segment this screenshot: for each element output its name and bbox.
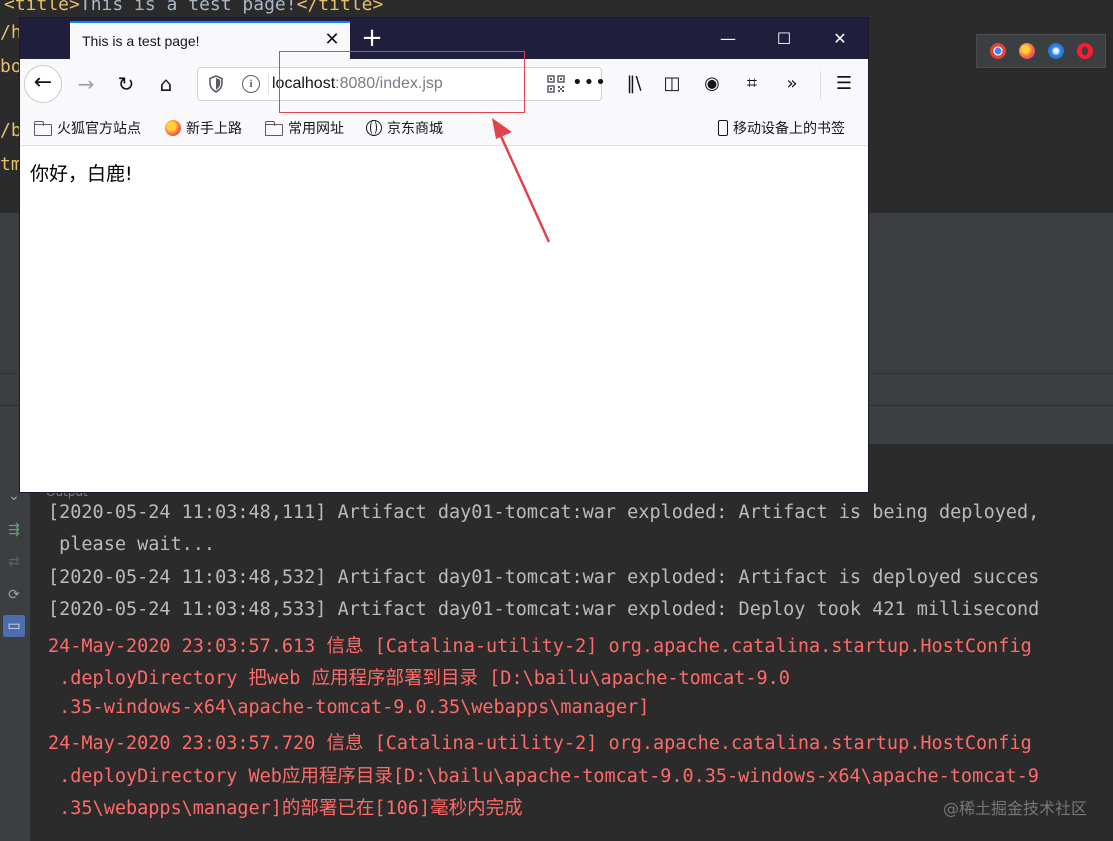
code-line: /b: [0, 120, 22, 141]
more-tools-chevron-icon[interactable]: »: [778, 68, 806, 100]
library-icon[interactable]: ‖\: [620, 68, 648, 100]
folder-icon: [34, 121, 52, 136]
maximize-button[interactable]: ☐: [756, 18, 812, 59]
console-line: .35-windows-x64\apache-tomcat-9.0.35\web…: [48, 697, 650, 718]
bookmark-label: 新手上路: [186, 121, 242, 137]
opera-icon[interactable]: [1076, 43, 1093, 59]
output-console: [2020-05-24 11:03:48,111] Artifact day01…: [30, 492, 1113, 841]
code-line: bo: [0, 56, 22, 77]
refresh-icon[interactable]: ⟳: [3, 584, 25, 606]
page-actions-icon[interactable]: •••: [572, 72, 607, 93]
code-line: /h: [0, 22, 22, 43]
console-line: .35\webapps\manager]的部署已在[106]毫秒内完成: [48, 798, 523, 819]
close-window-button[interactable]: ✕: [812, 18, 868, 59]
bookmark-label: 常用网址: [288, 121, 344, 137]
firefox-icon[interactable]: [1018, 43, 1035, 59]
safari-icon[interactable]: [1047, 43, 1064, 59]
globe-icon: [366, 120, 382, 136]
page-greeting: 你好，白鹿!: [30, 163, 133, 185]
tracking-shield-icon[interactable]: [208, 75, 224, 93]
mobile-bookmarks[interactable]: 移动设备上的书签: [718, 118, 845, 138]
chrome-icon[interactable]: [989, 43, 1006, 59]
folder-icon: [265, 121, 283, 136]
minimize-button[interactable]: —: [700, 18, 756, 59]
bookmark-item[interactable]: 常用网址: [265, 118, 344, 138]
bookmark-label: 火狐官方站点: [57, 121, 141, 137]
browser-launcher-bar: [976, 34, 1106, 68]
console-line: please wait...: [48, 534, 216, 555]
new-tab-button[interactable]: +: [360, 25, 384, 51]
bookmark-item[interactable]: 火狐官方站点: [34, 118, 141, 138]
watermark: @稀土掘金技术社区: [942, 799, 1087, 818]
mobile-bookmarks-label: 移动设备上的书签: [733, 121, 845, 137]
console-line: .deployDirectory Web应用程序目录[D:\bailu\apac…: [48, 766, 1039, 787]
home-button[interactable]: ⌂: [150, 68, 182, 100]
forward-button[interactable]: →: [70, 68, 102, 100]
bookmark-item[interactable]: 京东商城: [366, 118, 443, 138]
reload-button[interactable]: ↻: [110, 68, 142, 100]
sidebar-icon[interactable]: ◫: [658, 68, 686, 100]
console-line: .deployDirectory 把web 应用程序部署到目录 [D:\bail…: [48, 668, 790, 689]
url-highlight-box: [279, 51, 525, 113]
code-line-title: <title>This is a test page!</title>: [4, 0, 384, 15]
site-info-icon[interactable]: i: [242, 75, 260, 93]
undeploy-icon[interactable]: ⇄: [3, 551, 25, 573]
run-toolbar: ⌄ ⇶ ⇄ ⟳ ▭: [0, 443, 31, 841]
page-content: 你好，白鹿!: [20, 146, 868, 492]
output-toggle-icon[interactable]: ▭: [3, 615, 25, 637]
bookmarks-toolbar: 火狐官方站点 新手上路 常用网址 京东商城 移动设备上的书签: [20, 109, 868, 146]
console-line: [2020-05-24 11:03:48,532] Artifact day01…: [48, 567, 1040, 588]
console-line: 24-May-2020 23:03:57.613 信息 [Catalina-ut…: [48, 636, 1032, 657]
bookmark-item[interactable]: 新手上路: [165, 118, 242, 138]
toolbar-separator: [820, 71, 821, 99]
qr-code-icon[interactable]: [547, 75, 565, 93]
code-line: tm: [0, 154, 22, 175]
bookmark-label: 京东商城: [387, 121, 443, 137]
tab-title: This is a test page!: [82, 33, 200, 49]
close-tab-icon[interactable]: ✕: [322, 30, 342, 50]
back-button[interactable]: ←: [24, 65, 62, 103]
hamburger-menu-icon[interactable]: ☰: [830, 68, 858, 100]
url-separator: [268, 74, 269, 94]
console-line: [2020-05-24 11:03:48,533] Artifact day01…: [48, 599, 1040, 620]
mobile-device-icon: [718, 120, 728, 136]
deploy-icon[interactable]: ⇶: [3, 519, 25, 541]
console-line: [2020-05-24 11:03:48,111] Artifact day01…: [48, 502, 1040, 523]
firefox-icon: [165, 120, 181, 136]
console-line: 24-May-2020 23:03:57.720 信息 [Catalina-ut…: [48, 733, 1032, 754]
account-icon[interactable]: ◉: [698, 68, 726, 100]
ide-editor-strip: [868, 180, 1113, 213]
screenshot-crop-icon[interactable]: ⌗: [738, 68, 766, 100]
